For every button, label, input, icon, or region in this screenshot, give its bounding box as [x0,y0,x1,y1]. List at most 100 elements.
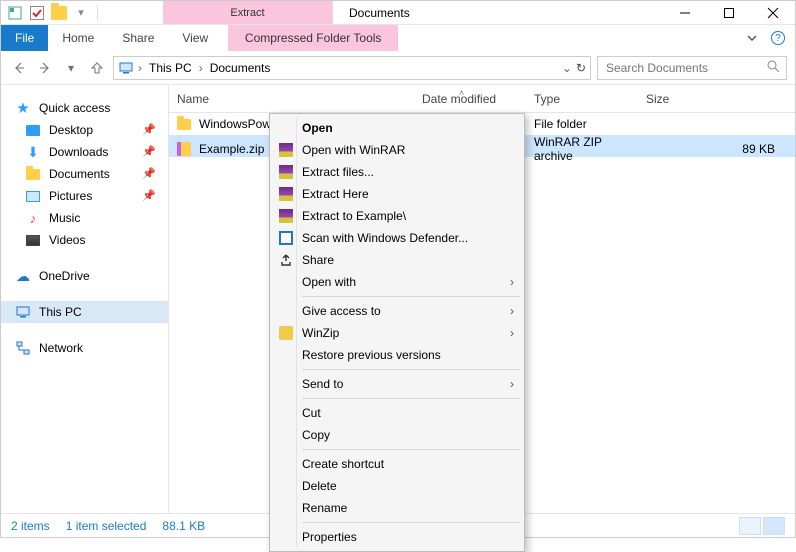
videos-icon [25,232,41,248]
menu-separator [302,449,520,450]
properties-icon[interactable] [7,5,23,21]
search-icon[interactable] [766,59,780,76]
checkbox-icon[interactable] [29,5,45,21]
search-input[interactable] [604,60,760,76]
menu-give-access[interactable]: Give access to › [272,300,522,322]
sidebar-item-downloads[interactable]: ⬇ Downloads 📌 [1,141,168,163]
sidebar-item-label: Desktop [49,123,93,137]
folder-icon[interactable] [51,5,67,21]
music-icon: ♪ [25,210,41,226]
pc-icon [118,60,134,76]
menu-label: Copy [302,428,330,442]
sidebar-item-label: Videos [49,233,85,247]
back-button[interactable] [9,58,29,78]
pc-icon [15,304,31,320]
recent-dropdown-icon[interactable]: ▾ [61,58,81,78]
qat-dropdown-icon[interactable]: ▾ [73,5,89,21]
ribbon: File Home Share View Compressed Folder T… [1,25,795,51]
menu-delete[interactable]: Delete [272,475,522,497]
sidebar-this-pc[interactable]: This PC [1,301,168,323]
sidebar-item-documents[interactable]: Documents 📌 [1,163,168,185]
menu-label: Give access to [302,304,381,318]
menu-winzip[interactable]: WinZip › [272,322,522,344]
menu-label: Share [302,253,334,267]
sidebar-item-label: Pictures [49,189,92,203]
menu-label: Rename [302,501,347,515]
sidebar-item-music[interactable]: ♪ Music [1,207,168,229]
menu-extract-files[interactable]: Extract files... [272,161,522,183]
breadcrumb-documents[interactable]: Documents [207,61,274,75]
status-selected-count: 1 item selected [66,519,147,533]
menu-share[interactable]: Share [272,249,522,271]
file-type: File folder [526,117,638,131]
forward-button[interactable] [35,58,55,78]
column-name[interactable]: Name [169,92,414,106]
file-name-label: Example.zip [199,142,264,156]
column-size[interactable]: Size [638,92,795,106]
up-button[interactable] [87,58,107,78]
tab-file[interactable]: File [1,25,48,51]
tab-share[interactable]: Share [108,25,168,51]
menu-open-with[interactable]: Open with › [272,271,522,293]
help-icon[interactable]: ? [769,29,787,47]
sidebar-item-videos[interactable]: Videos [1,229,168,251]
menu-cut[interactable]: Cut [272,402,522,424]
refresh-icon[interactable]: ↻ [576,61,586,75]
status-selected-size: 88.1 KB [162,519,205,533]
sidebar-onedrive[interactable]: ☁ OneDrive [1,265,168,287]
menu-label: Delete [302,479,337,493]
chevron-right-icon: › [510,304,514,318]
navigation-row: ▾ › This PC › Documents ⌄ ↻ [1,51,795,85]
sidebar-item-desktop[interactable]: Desktop 📌 [1,119,168,141]
menu-rename[interactable]: Rename [272,497,522,519]
contextual-tab-top: Extract [163,1,333,24]
address-dropdown-icon[interactable]: ⌄ [562,61,572,75]
winrar-icon [278,164,294,180]
search-box[interactable] [597,56,787,80]
chevron-right-icon[interactable]: › [138,61,142,75]
winrar-icon [278,186,294,202]
menu-label: Open with [302,275,356,289]
status-item-count: 2 items [11,519,50,533]
address-bar[interactable]: › This PC › Documents ⌄ ↻ [113,56,591,80]
menu-open-winrar[interactable]: Open with WinRAR [272,139,522,161]
menu-extract-to[interactable]: Extract to Example\ [272,205,522,227]
zip-icon [177,142,191,156]
menu-defender-scan[interactable]: Scan with Windows Defender... [272,227,522,249]
menu-restore-versions[interactable]: Restore previous versions [272,344,522,366]
column-headers: Name Date modified Type Size [169,85,795,113]
thumbnails-view-button[interactable] [763,517,785,535]
menu-extract-here[interactable]: Extract Here [272,183,522,205]
sidebar-quick-access[interactable]: ★ Quick access [1,97,168,119]
menu-label: Extract Here [302,187,369,201]
network-icon [15,340,31,356]
pin-icon: 📌 [142,167,156,180]
chevron-right-icon[interactable]: › [199,61,203,75]
close-button[interactable] [751,1,795,24]
sidebar-item-label: Quick access [39,101,110,115]
menu-open[interactable]: Open [272,117,522,139]
menu-label: Properties [302,530,357,544]
menu-create-shortcut[interactable]: Create shortcut [272,453,522,475]
tab-view[interactable]: View [168,25,222,51]
column-type[interactable]: Type [526,92,638,106]
menu-copy[interactable]: Copy [272,424,522,446]
title-bar: ▾ Extract Documents [1,1,795,25]
tab-home[interactable]: Home [48,25,108,51]
menu-label: Restore previous versions [302,348,441,362]
maximize-button[interactable] [707,1,751,24]
contextual-tab-bottom[interactable]: Compressed Folder Tools [228,25,398,51]
sidebar-item-pictures[interactable]: Pictures 📌 [1,185,168,207]
folder-icon [177,119,191,130]
details-view-button[interactable] [739,517,761,535]
column-date[interactable]: Date modified [414,92,526,106]
minimize-button[interactable] [663,1,707,24]
ribbon-collapse-icon[interactable] [743,29,761,47]
breadcrumb-this-pc[interactable]: This PC [146,61,195,75]
menu-send-to[interactable]: Send to › [272,373,522,395]
menu-properties[interactable]: Properties [272,526,522,548]
downloads-icon: ⬇ [25,144,41,160]
sidebar-network[interactable]: Network [1,337,168,359]
winrar-icon [278,208,294,224]
folder-icon [25,166,41,182]
